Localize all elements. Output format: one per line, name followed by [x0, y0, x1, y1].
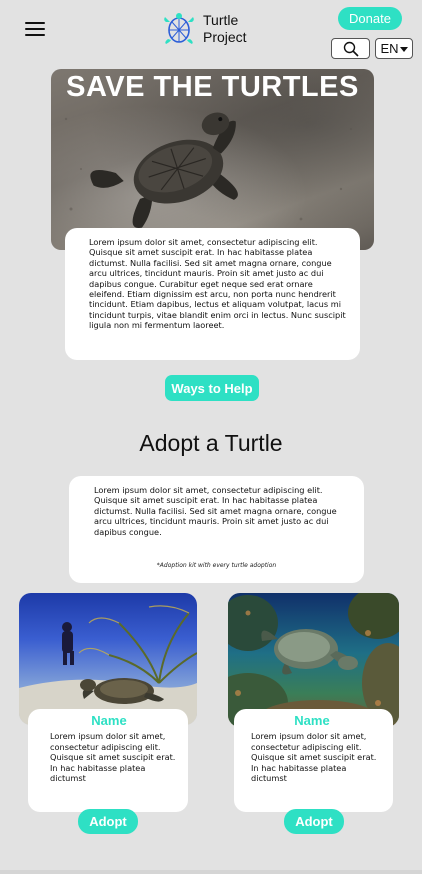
hero-description: Lorem ipsum dolor sit amet, consectetur …: [89, 237, 346, 331]
search-button[interactable]: [331, 38, 370, 59]
hero-title: SAVE THE TURTLES: [66, 71, 359, 103]
adopt-section-title: Adopt a Turtle: [139, 430, 283, 456]
turtle-description-1: Lorem ipsum dolor sit amet, consectetur …: [50, 731, 176, 784]
brand-line-2: Project: [203, 29, 247, 45]
turtle-photo-2[interactable]: [228, 593, 399, 727]
brand-name[interactable]: Turtle Project: [203, 12, 247, 46]
donate-button[interactable]: Donate: [338, 7, 402, 30]
adopt-description-card: Lorem ipsum dolor sit amet, consectetur …: [69, 476, 364, 583]
turtle-description-2: Lorem ipsum dolor sit amet, consectetur …: [251, 731, 377, 784]
turtle-name-2: Name: [294, 713, 330, 728]
adopt-button-2[interactable]: Adopt: [284, 809, 344, 834]
turtle-logo-icon[interactable]: [162, 12, 196, 46]
ways-to-help-button[interactable]: Ways to Help: [165, 375, 259, 401]
hero-description-card: Lorem ipsum dolor sit amet, consectetur …: [65, 228, 360, 360]
adopt-description: Lorem ipsum dolor sit amet, consectetur …: [94, 485, 337, 537]
language-value: EN: [380, 41, 399, 56]
menu-icon[interactable]: [25, 22, 45, 36]
turtle-card-2: Name Lorem ipsum dolor sit amet, consect…: [234, 709, 393, 812]
language-select[interactable]: EN: [375, 38, 413, 59]
chevron-down-icon: [399, 47, 408, 52]
turtle-name-1: Name: [91, 713, 127, 728]
turtle-photo-1[interactable]: [19, 593, 197, 725]
footer-divider: [0, 870, 422, 874]
search-icon: [343, 41, 359, 57]
adopt-button-1[interactable]: Adopt: [78, 809, 138, 834]
hero-image: SAVE THE TURTLES: [51, 69, 374, 250]
brand-line-1: Turtle: [203, 12, 239, 28]
turtle-card-1: Name Lorem ipsum dolor sit amet, consect…: [28, 709, 188, 812]
adoption-kit-note: *Adoption kit with every turtle adoption: [156, 561, 277, 569]
